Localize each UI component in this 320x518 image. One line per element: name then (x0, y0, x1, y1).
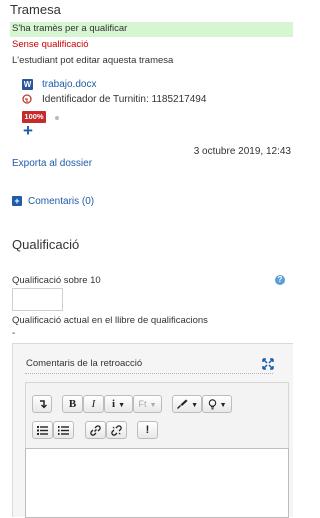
feedback-comments-panel: Comentaris de la retroacció B I i ▼ Ft ▼ (12, 343, 293, 518)
link-icon (90, 424, 101, 436)
font-size-label: Ft (138, 399, 147, 409)
chevron-down-icon: ▼ (219, 402, 227, 409)
status-dot-icon (55, 116, 59, 120)
export-to-portfolio-link[interactable]: Exporta al dossier (12, 158, 92, 169)
lightbulb-icon (208, 398, 216, 409)
remove-link-button[interactable] (106, 421, 127, 439)
brush-icon (177, 399, 188, 410)
assignment-grading-panel: Tramesa S'ha tramès per a qualificar Sen… (0, 0, 293, 518)
submission-date: 3 octubre 2019, 12:43 (193, 146, 291, 157)
numbered-list-icon (58, 425, 69, 435)
current-grade-label: Qualificació actual en el llibre de qual… (12, 315, 208, 326)
accessibility-checker-button[interactable]: ! (137, 421, 158, 439)
comments-link[interactable]: Comentaris (0) (28, 196, 94, 207)
editor-toolbar: B I i ▼ Ft ▼ ▼ ▼ ! (25, 382, 289, 448)
submitted-file-link[interactable]: trabajo.docx (42, 79, 96, 90)
grade-input-label: Qualificació sobre 10 (12, 275, 101, 286)
grade-heading: Qualificació (12, 237, 80, 252)
highlight-dropdown[interactable]: ▼ (202, 395, 232, 413)
submission-status-row: S'ha tramès per a qualificar (10, 22, 293, 37)
font-size-dropdown[interactable]: Ft ▼ (133, 395, 162, 413)
unordered-list-button[interactable] (32, 421, 53, 439)
turnitin-id: Identificador de Turnitin: 1185217494 (42, 94, 207, 105)
submission-heading: Tramesa (10, 2, 61, 17)
edit-permission-note: L'estudiant pot editar aquesta tramesa (12, 55, 174, 66)
toolbar-toggle-icon (39, 400, 47, 409)
grading-status: Sense qualificació (12, 39, 89, 50)
ordered-list-button[interactable] (53, 421, 74, 439)
expand-icon[interactable] (262, 358, 274, 370)
feedback-editor-textarea[interactable] (25, 448, 289, 518)
expand-plus-icon: + (12, 196, 22, 206)
add-plus-icon[interactable]: + (21, 122, 35, 139)
bullet-list-icon (37, 425, 48, 435)
collapse-toolbar-button[interactable] (32, 395, 52, 413)
current-grade-value: - (12, 328, 16, 339)
title-divider (25, 373, 273, 374)
chevron-down-icon: ▼ (191, 402, 198, 409)
chevron-down-icon: ▼ (118, 402, 126, 409)
grade-input[interactable] (12, 288, 63, 311)
help-icon[interactable]: ? (275, 275, 285, 285)
submission-status: S'ha tramès per a qualificar (12, 23, 128, 34)
feedback-title: Comentaris de la retroacció (26, 358, 143, 369)
text-color-dropdown[interactable]: ▼ (172, 395, 202, 413)
word-document-icon: W (22, 79, 33, 90)
exclamation-icon: ! (145, 424, 150, 436)
insert-link-button[interactable] (85, 421, 106, 439)
paragraph-styles-dropdown[interactable]: i ▼ (104, 395, 133, 413)
chevron-down-icon: ▼ (149, 402, 157, 409)
turnitin-icon (22, 94, 32, 104)
italic-button[interactable]: I (83, 395, 104, 413)
bold-button[interactable]: B (62, 395, 83, 413)
unlink-icon (111, 424, 122, 436)
info-label: i (111, 398, 116, 410)
